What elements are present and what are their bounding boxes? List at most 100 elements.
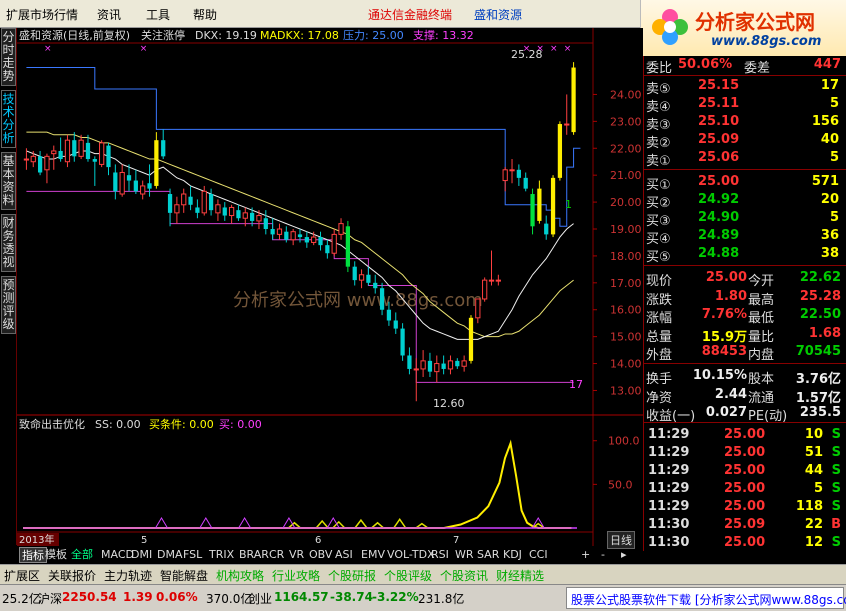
indicator-tab[interactable]: FSL: [181, 547, 204, 563]
sell-level-row: 卖⑤ 25.15 17: [644, 77, 846, 97]
bottom-tab[interactable]: 行业攻略: [272, 567, 320, 584]
stock-title[interactable]: 盛和资源: [474, 6, 522, 23]
sell-level-price: 25.11: [698, 96, 740, 111]
bottom-tab[interactable]: 机构攻略: [216, 567, 264, 584]
indicator-tab[interactable]: DMI: [129, 547, 154, 563]
candle-body: [358, 274, 365, 281]
candle-body: [23, 158, 30, 161]
bottom-tab[interactable]: 财经精选: [496, 567, 544, 584]
kline-chart[interactable]: 盛和资源(日线,前复权) 关注涨停 DKX: 19.19 MADKX: 17.0…: [17, 28, 643, 546]
indicator-tab[interactable]: ASI: [333, 547, 355, 563]
tab-forecast-rating[interactable]: 预测评级: [1, 276, 16, 334]
logo-url: www.88gs.com: [711, 34, 822, 49]
buy-level-row: 买⑤ 24.88 38: [644, 245, 846, 265]
tick-side: S: [831, 481, 841, 496]
indicator-tab[interactable]: WR: [453, 547, 476, 563]
indicator-tab[interactable]: 全部: [69, 547, 95, 563]
high-annotation: 25.28: [511, 48, 543, 61]
x-axis-5: 5: [141, 535, 147, 546]
indicator-tab[interactable]: BRAR: [237, 547, 271, 563]
fundamental-label: PE(动): [748, 409, 788, 424]
zoom-out-button[interactable]: -: [601, 548, 605, 561]
sell-level-row: 卖③ 25.10 156: [644, 113, 846, 133]
terminal-title[interactable]: 通达信金融终端: [368, 6, 452, 23]
weibi-value: 50.06%: [678, 57, 733, 72]
bottom-tab-bar: 扩展区 关联报价 主力轨迹 智能解盘 机构攻略 行业攻略 个股研报 个股评级 个股资讯 财经精选: [0, 564, 846, 584]
news-ticker[interactable]: 股票公式股票软件下载 [分析家公式网www.88gs.com]: [566, 587, 846, 609]
indicator-tab[interactable]: EMV: [359, 547, 387, 563]
bottom-tab[interactable]: 智能解盘: [160, 567, 208, 584]
bottom-tab[interactable]: 个股研报: [328, 567, 376, 584]
candle-body: [181, 193, 187, 206]
weicha-value: 447: [813, 57, 841, 72]
candle-body: [434, 363, 440, 373]
menu-tools[interactable]: 工具: [146, 6, 170, 23]
tick-row: 11:29 25.00 44 S: [644, 462, 846, 480]
tick-price: 25.09: [724, 517, 766, 532]
quote-value: 70545: [795, 344, 841, 359]
indicator-tab[interactable]: CCI: [527, 547, 550, 563]
candle-body: [571, 67, 576, 133]
menu-info[interactable]: 资讯: [97, 6, 121, 23]
candle-body: [236, 210, 241, 219]
tick-row: 11:30 25.00 12 S: [644, 534, 846, 552]
bottom-tab[interactable]: 个股评级: [384, 567, 432, 584]
sell-level-volume: 17: [820, 78, 839, 93]
zoom-in-button[interactable]: +: [581, 548, 590, 561]
bottom-tab[interactable]: 扩展区: [4, 567, 40, 584]
fundamental-row: 换手 10.15% 股本 3.76亿: [644, 367, 846, 387]
tab-finance[interactable]: 财务透视: [1, 214, 16, 272]
tick-volume: 5: [813, 481, 823, 496]
indicator-tab[interactable]: 模板: [43, 547, 69, 563]
bottom-tab[interactable]: 个股资讯: [440, 567, 488, 584]
quote-value: 88453: [701, 344, 747, 359]
sell-level-row: 卖① 25.06 5: [644, 149, 846, 169]
candle-body: [228, 206, 235, 217]
site-logo[interactable]: 分析家公式网 www.88gs.com: [640, 0, 846, 56]
indicator-tab[interactable]: OBV: [307, 547, 334, 563]
buy-level-price: 24.92: [698, 192, 740, 207]
fundamental-value: 10.15%: [692, 368, 747, 383]
candle-body: [242, 212, 248, 219]
fundamental-value: 3.76亿: [795, 372, 841, 387]
candle-body: [386, 309, 392, 321]
buy-label: 买: 0.00: [219, 418, 262, 431]
sell-level-row: 卖② 25.09 40: [644, 131, 846, 151]
indicator-tab[interactable]: RSI: [429, 547, 451, 563]
quote-value: 25.00: [705, 270, 747, 285]
candle-body: [373, 282, 378, 289]
sub-tick-label: 100.0: [608, 435, 640, 448]
quote-value: 22.62: [799, 270, 841, 285]
indicator-tab[interactable]: SAR: [475, 547, 501, 563]
indicator-tab[interactable]: VR: [287, 547, 306, 563]
menu-extended-market[interactable]: 扩展市场行情: [6, 6, 78, 23]
tick-volume: 44: [804, 463, 823, 478]
tab-label: 基本资料: [2, 154, 15, 207]
price-tick-label: 17.00: [610, 277, 642, 290]
fundamental-label: 流通: [748, 390, 775, 406]
tick-time: 11:29: [648, 499, 690, 514]
period-selector[interactable]: 日线: [607, 531, 635, 549]
bottom-tab[interactable]: 主力轨迹: [104, 567, 152, 584]
weibi-label: 委比: [646, 61, 673, 76]
candle-body: [495, 279, 501, 282]
indicator-tab[interactable]: CR: [267, 547, 286, 563]
indicator-tab[interactable]: KDJ: [501, 547, 524, 563]
candle-body: [263, 218, 268, 229]
tab-technical-analysis[interactable]: 技术分析: [1, 90, 16, 148]
more-button[interactable]: ▸: [621, 548, 627, 561]
quote-label: 内盘: [748, 348, 775, 363]
candle-body: [290, 231, 296, 241]
candle-body: [544, 223, 549, 235]
chart-stock-label: 盛和资源(日线,前复权): [19, 28, 130, 42]
tab-basic-info[interactable]: 基本资料: [1, 152, 16, 210]
buy-level-row: 买④ 24.89 36: [644, 227, 846, 247]
bottom-tab[interactable]: 关联报价: [48, 567, 96, 584]
menu-help[interactable]: 帮助: [193, 6, 217, 23]
quote-value: 25.28: [799, 288, 841, 304]
indicator-tab[interactable]: TRIX: [207, 547, 236, 563]
tab-time-sharing[interactable]: 分时走势: [1, 28, 16, 86]
price-tick-label: 24.00: [610, 88, 642, 101]
candle-body: [58, 150, 63, 160]
candle-body: [331, 233, 337, 254]
